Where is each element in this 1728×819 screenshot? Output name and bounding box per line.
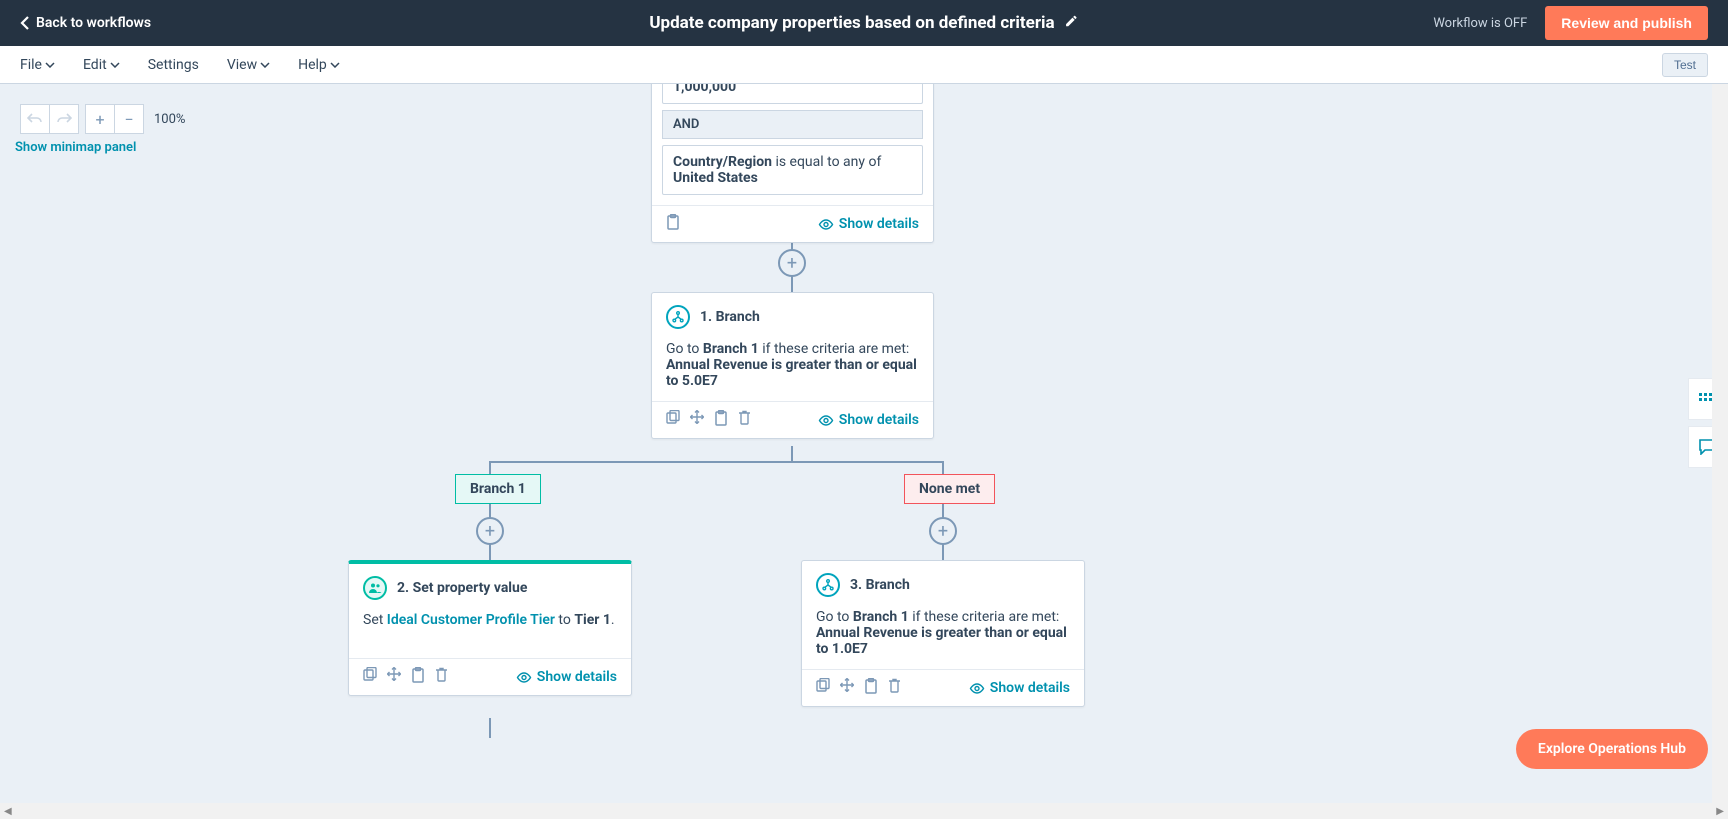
chevron-down-icon — [330, 62, 340, 68]
back-label: Back to workflows — [36, 15, 151, 31]
trigger-footer: Show details — [652, 205, 933, 242]
branch-3-show-details[interactable]: Show details — [969, 680, 1070, 696]
branch-icon — [666, 305, 690, 329]
trash-icon[interactable] — [888, 678, 901, 698]
menubar: File Edit Settings View Help Test — [0, 46, 1728, 84]
branch-label-1[interactable]: Branch 1 — [455, 474, 541, 504]
clipboard-icon[interactable] — [411, 667, 425, 687]
trash-icon[interactable] — [435, 667, 448, 687]
back-to-workflows-link[interactable]: Back to workflows — [20, 15, 151, 31]
branch-1-body: Go to Branch 1 if these criteria are met… — [652, 329, 933, 401]
branch-1-header: 1. Branch — [652, 293, 933, 329]
workflow-status: Workflow is OFF — [1433, 16, 1527, 31]
add-action-button-left[interactable]: + — [476, 517, 504, 545]
branch-1-footer: Show details — [652, 401, 933, 438]
scroll-left-icon[interactable]: ◀ — [2, 804, 14, 819]
copy-icon[interactable] — [816, 678, 830, 698]
explore-operations-hub-button[interactable]: Explore Operations Hub — [1516, 729, 1708, 769]
eye-icon — [516, 672, 532, 683]
trigger-and-pill: AND — [662, 110, 923, 139]
contacts-icon — [363, 576, 387, 600]
topbar-right: Workflow is OFF Review and publish — [1433, 6, 1708, 40]
move-icon[interactable] — [387, 667, 401, 687]
clipboard-icon[interactable] — [666, 214, 680, 234]
clipboard-icon[interactable] — [864, 678, 878, 698]
horizontal-scrollbar[interactable]: ◀ ▶ — [0, 803, 1728, 819]
chevron-down-icon — [110, 62, 120, 68]
action-2-body: Set Ideal Customer Profile Tier to Tier … — [349, 600, 631, 658]
review-publish-button[interactable]: Review and publish — [1545, 6, 1708, 40]
branch-3-header: 3. Branch — [802, 561, 1084, 597]
property-link[interactable]: Ideal Customer Profile Tier — [387, 612, 555, 628]
trash-icon[interactable] — [738, 410, 751, 430]
copy-icon[interactable] — [666, 410, 680, 430]
branch-label-none-met[interactable]: None met — [904, 474, 995, 504]
add-action-button[interactable]: + — [778, 249, 806, 277]
add-action-button-right[interactable]: + — [929, 517, 957, 545]
branch-icon — [816, 573, 840, 597]
menu-file[interactable]: File — [20, 57, 55, 73]
edit-title-icon[interactable] — [1065, 13, 1079, 33]
set-property-node[interactable]: 2. Set property value Set Ideal Customer… — [348, 560, 632, 696]
branch-node-3[interactable]: 3. Branch Go to Branch 1 if these criter… — [801, 560, 1085, 707]
clipboard-icon[interactable] — [714, 410, 728, 430]
chevron-down-icon — [45, 62, 55, 68]
canvas-wrap: + − 100% Show minimap panel 1,0 — [0, 84, 1728, 819]
vertical-scrollbar[interactable] — [1712, 84, 1728, 803]
eye-icon — [969, 683, 985, 694]
action-2-title: 2. Set property value — [397, 580, 527, 596]
chevron-down-icon — [260, 62, 270, 68]
scroll-right-icon[interactable]: ▶ — [1714, 804, 1726, 819]
menu-edit[interactable]: Edit — [83, 57, 120, 73]
branch-node-1[interactable]: 1. Branch Go to Branch 1 if these criter… — [651, 292, 934, 439]
branch-1-title: 1. Branch — [700, 309, 760, 325]
copy-icon[interactable] — [363, 667, 377, 687]
menu-view[interactable]: View — [227, 57, 270, 73]
test-button[interactable]: Test — [1662, 53, 1708, 77]
workflow-canvas[interactable]: 1,000,000 AND Country/Region is equal to… — [0, 84, 1728, 819]
connector — [791, 277, 793, 292]
branch-1-show-details[interactable]: Show details — [818, 412, 919, 428]
trigger-node[interactable]: 1,000,000 AND Country/Region is equal to… — [651, 84, 934, 243]
branch-3-footer: Show details — [802, 669, 1084, 706]
move-icon[interactable] — [690, 410, 704, 430]
move-icon[interactable] — [840, 678, 854, 698]
eye-icon — [818, 415, 834, 426]
page-title: Update company properties based on defin… — [649, 13, 1054, 33]
topbar: Back to workflows Update company propert… — [0, 0, 1728, 46]
action-2-header: 2. Set property value — [349, 564, 631, 600]
connector — [489, 461, 944, 463]
action-2-footer: Show details — [349, 658, 631, 695]
chevron-left-icon — [20, 16, 30, 30]
trigger-show-details[interactable]: Show details — [818, 216, 919, 232]
menu-help[interactable]: Help — [298, 57, 340, 73]
eye-icon — [818, 219, 834, 230]
trigger-criteria-2: Country/Region is equal to any of United… — [662, 145, 923, 195]
branch-3-body: Go to Branch 1 if these criteria are met… — [802, 597, 1084, 669]
connector — [489, 718, 491, 738]
branch-3-title: 3. Branch — [850, 577, 910, 593]
trigger-criteria-1: 1,000,000 — [662, 84, 923, 104]
menu-settings[interactable]: Settings — [148, 57, 199, 73]
page-title-wrap: Update company properties based on defin… — [649, 13, 1078, 33]
action-2-show-details[interactable]: Show details — [516, 669, 617, 685]
connector — [791, 446, 793, 462]
